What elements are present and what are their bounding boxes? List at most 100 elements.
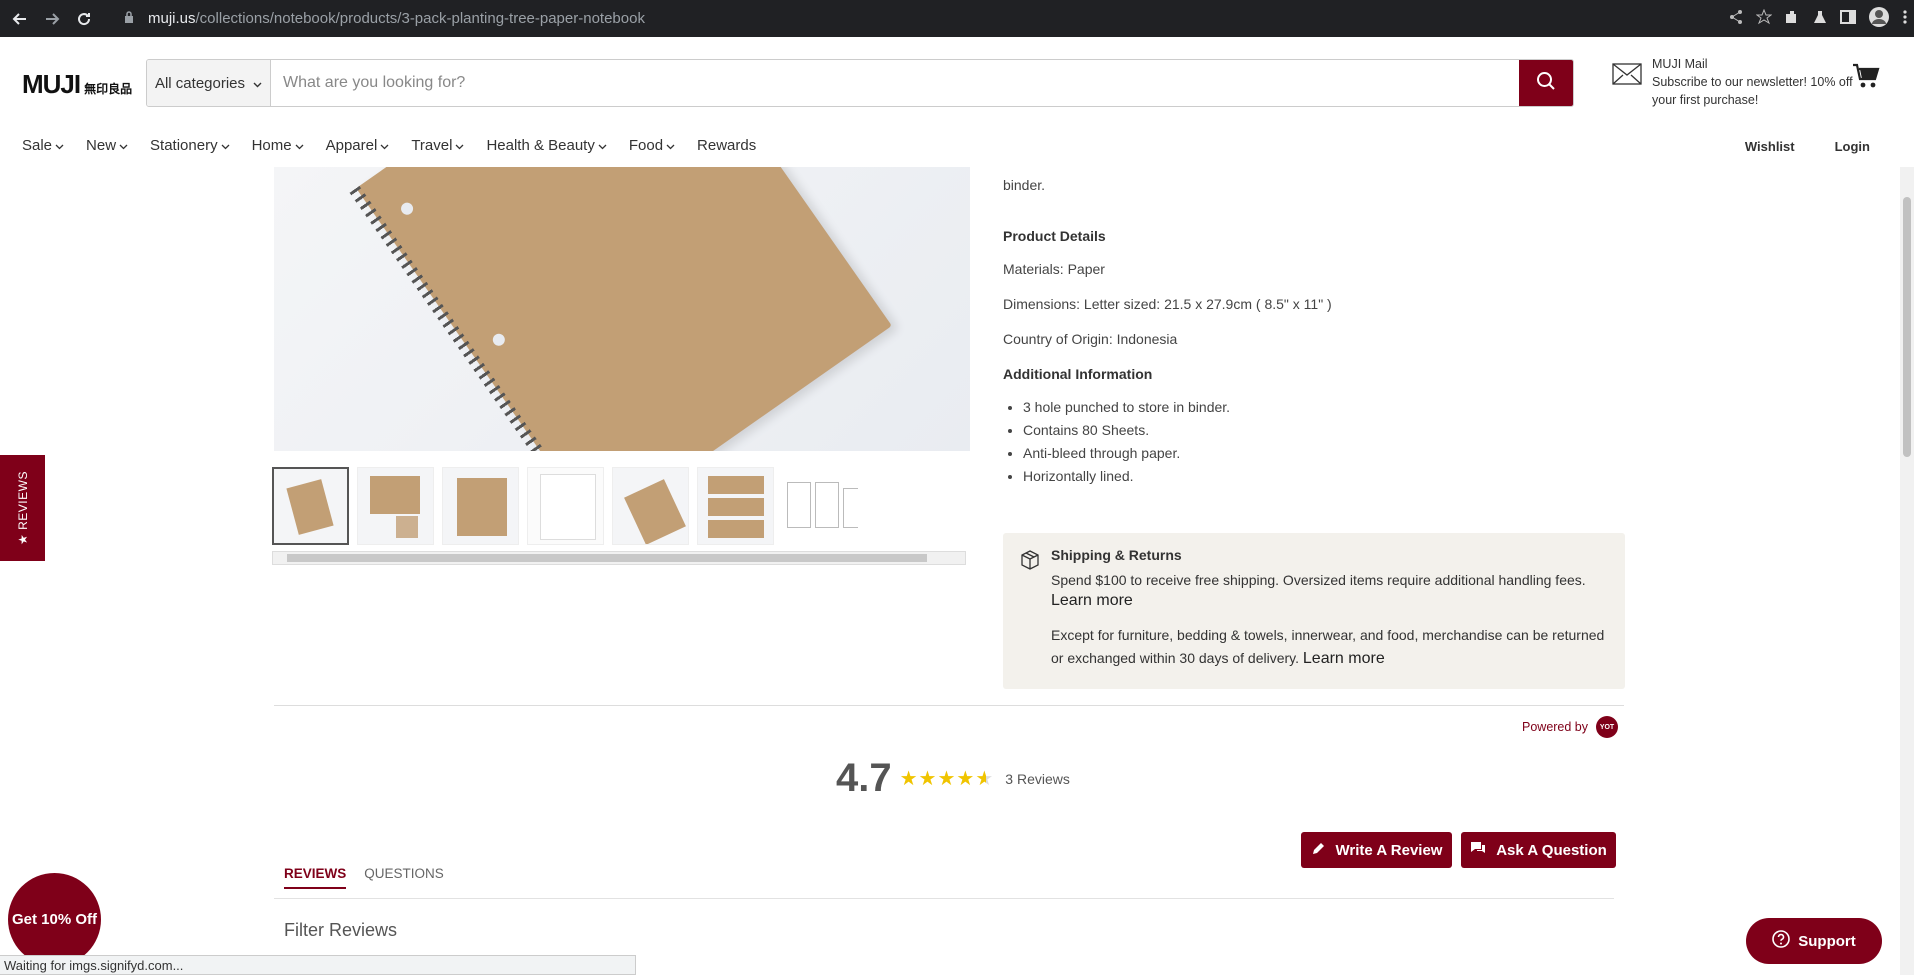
nav-item-home[interactable]: Home [252,137,304,154]
address-bar[interactable]: muji.us/collections/notebook/products/3-… [124,10,645,27]
review-count[interactable]: 3 Reviews [1005,771,1070,787]
product-main-image[interactable] [274,167,970,451]
chevron-down-icon [598,137,607,154]
nav-item-food[interactable]: Food [629,137,675,154]
chevron-down-icon [666,137,675,154]
kebab-menu-icon[interactable] [1902,9,1908,30]
shipping-title: Shipping & Returns [1051,547,1182,563]
thumbnail-2[interactable] [357,467,434,545]
nav-label: Apparel [325,137,378,154]
category-label: All categories [154,74,246,92]
tab-reviews[interactable]: REVIEWS [284,866,347,889]
scrollbar-thumb[interactable] [287,554,927,562]
star-icon: ★ [899,768,918,790]
tabs-divider [274,898,1614,899]
returns-learn-more-link[interactable]: Learn more [1303,650,1385,667]
materials-text: Materials: Paper [1003,261,1105,277]
floating-reviews-tab[interactable]: ★ REVIEWS [0,455,45,561]
dimensions-text: Dimensions: Letter sized: 21.5 x 27.9cm … [1003,296,1332,312]
feature-item: Horizontally lined. [1023,465,1623,488]
tab-questions[interactable]: QUESTIONS [364,866,444,889]
search-button[interactable] [1519,60,1573,106]
thumbnail-strip [272,467,859,545]
nav-label: Sale [22,137,53,154]
ask-question-button[interactable]: Ask A Question [1461,832,1616,868]
chevron-down-icon [253,75,262,92]
shipping-returns-box: Shipping & Returns Spend $100 to receive… [1003,533,1625,689]
nav-item-sale[interactable]: Sale [22,137,64,154]
thumbnail-7[interactable] [782,467,859,545]
account-links: Wishlist Login [1745,139,1870,154]
extensions-icon[interactable] [1784,9,1800,30]
thumb-page [815,482,839,528]
url-host: muji.us [148,10,196,27]
origin-text: Country of Origin: Indonesia [1003,331,1178,347]
muji-logo[interactable]: MUJI 無印良品 [22,69,132,100]
login-link[interactable]: Login [1835,139,1870,154]
discount-promo-button[interactable]: Get 10% Off [8,873,101,966]
category-select[interactable]: All categories [147,60,271,106]
thumb-page [843,488,858,528]
chevron-down-icon [295,137,304,154]
powered-by-yotpo[interactable]: Powered by YOT [1522,716,1619,738]
search-input[interactable] [271,60,1519,106]
thumb-notebook [370,476,420,514]
newsletter-signup[interactable]: MUJI Mail Subscribe to our newsletter! 1… [1612,55,1862,109]
thumb-page [787,482,811,528]
section-divider [274,705,1624,706]
search-bar: All categories [146,59,1574,107]
browser-status-bar: Waiting for imgs.signifyd.com... [0,955,636,975]
nav-item-apparel[interactable]: Apparel [326,137,390,154]
forward-icon[interactable] [40,7,64,31]
wishlist-link[interactable]: Wishlist [1745,139,1795,154]
thumbnail-4[interactable] [527,467,604,545]
cart-icon[interactable] [1852,63,1880,94]
rating-stars: ★ ★ ★ ★ ★ [900,766,994,791]
powered-by-text: Powered by [1522,720,1589,734]
newsletter-description: Subscribe to our newsletter! 10% off you… [1652,75,1853,107]
nav-label: Home [251,137,292,154]
nav-label: Health & Beauty [486,137,595,154]
thumbnail-scrollbar[interactable] [272,551,966,565]
lab-icon[interactable] [1812,9,1828,30]
thumb-page [540,474,596,540]
nav-item-new[interactable]: New [86,137,128,154]
write-review-button[interactable]: Write A Review [1301,832,1452,868]
back-icon[interactable] [8,7,32,31]
product-description: binder. Product Details Materials: Paper… [1003,176,1623,488]
shipping-text: Spend $100 to receive free shipping. Ove… [1051,572,1586,588]
nav-item-rewards[interactable]: Rewards [697,137,756,154]
thumb-detail [396,516,418,538]
returns-text: Except for furniture, bedding & towels, … [1051,624,1609,670]
thumbnail-6[interactable] [697,467,774,545]
page-scrollbar[interactable] [1900,167,1914,975]
package-icon [1019,549,1041,574]
share-icon[interactable] [1728,9,1744,30]
nav-item-travel[interactable]: Travel [411,137,464,154]
thumb-notebook [624,479,686,544]
chevron-down-icon [455,137,464,154]
sidebar-icon[interactable] [1840,9,1856,30]
newsletter-title: MUJI Mail [1652,57,1708,71]
shipping-learn-more-link[interactable]: Learn more [1051,592,1609,610]
write-review-label: Write A Review [1335,841,1443,859]
chevron-down-icon [221,137,230,154]
mail-icon [1612,63,1642,90]
bookmark-star-icon[interactable] [1755,8,1773,30]
profile-avatar-icon[interactable] [1868,6,1890,33]
thumbnail-5[interactable] [612,467,689,545]
thumb-notebook [286,479,334,535]
thumbnail-1[interactable] [272,467,349,545]
reload-icon[interactable] [72,7,96,31]
url-path: /collections/notebook/products/3-pack-pl… [195,10,645,27]
nav-item-health-beauty[interactable]: Health & Beauty [486,137,607,154]
browser-actions [1728,6,1908,33]
chevron-down-icon [55,137,64,154]
spiral-binding [349,185,601,451]
support-button[interactable]: Support [1746,918,1882,964]
thumbnail-3[interactable] [442,467,519,545]
yotpo-logo-icon: YOT [1596,716,1619,738]
page-scrollbar-thumb[interactable] [1903,197,1911,457]
nav-item-stationery[interactable]: Stationery [150,137,230,154]
thumb-notebook [457,478,507,536]
